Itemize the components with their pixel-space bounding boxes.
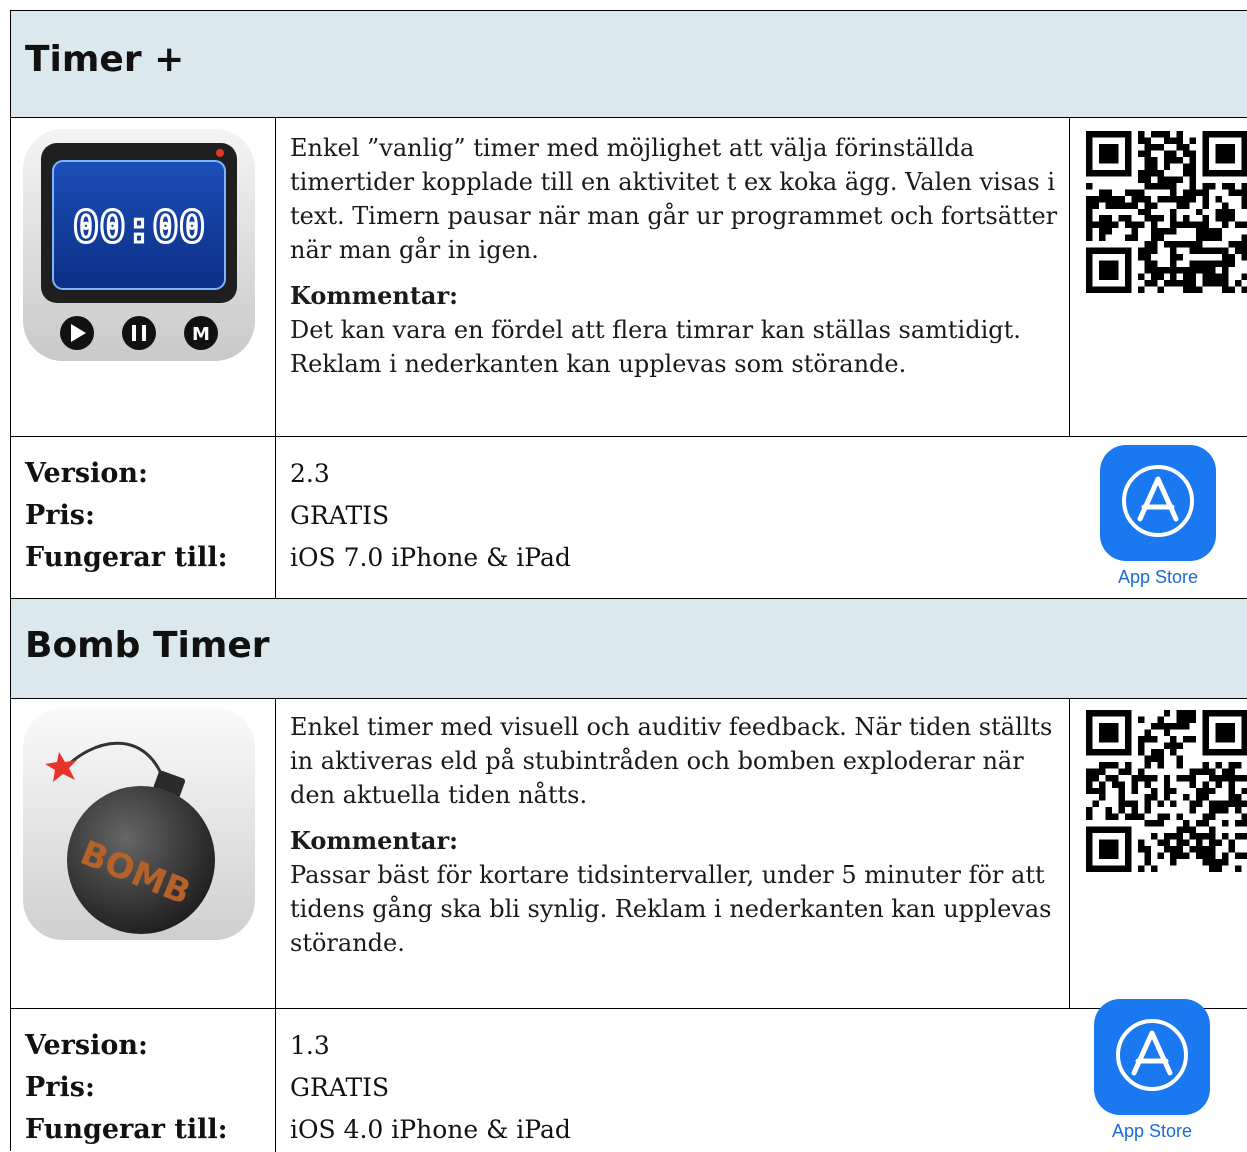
info-row: Version: Pris: Fungerar till: 1.3 GRATIS… [11,999,1247,1152]
works-with-label: Fungerar till: [25,542,228,573]
mode-button-glyph: M [192,324,210,345]
app-store-label[interactable]: App Store [1088,567,1228,588]
app-store-link[interactable]: App Store [1088,445,1228,588]
comment-block: Kommentar: Passar bäst för kortare tidsi… [290,824,1060,960]
app-title: Bomb Timer [25,625,270,666]
works-with-label: Fungerar till: [25,1114,228,1145]
qr-code [1086,131,1247,293]
card-header: Timer + [11,11,1247,118]
price-label: Pris: [25,1072,95,1103]
comment-block: Kommentar: Det kan vara en fördel att fl… [290,279,1060,381]
info-labels: Version: Pris: Fungerar till: [25,453,228,579]
price-value: GRATIS [290,501,390,530]
info-row: Version: Pris: Fungerar till: 2.3 GRATIS… [11,437,1247,599]
description: Enkel timer med visuell och auditiv feed… [290,710,1060,960]
version-label: Version: [25,1030,148,1061]
works-with-value: iOS 4.0 iPhone & iPad [290,1115,571,1144]
price-label: Pris: [25,500,95,531]
app-store-icon[interactable] [1094,999,1210,1115]
info-labels: Version: Pris: Fungerar till: [25,1025,228,1151]
description: Enkel ”vanlig” timer med möjlighet att v… [290,131,1060,381]
app-store-label[interactable]: App Store [1082,1121,1222,1142]
version-value: 2.3 [290,459,330,488]
description-row: BOMB Enkel timer med visuell och auditiv… [11,698,1247,1009]
timer-app-icon: 00:00 M [23,129,255,361]
version-value: 1.3 [290,1031,330,1060]
card-header: Bomb Timer [11,599,1247,699]
app-title: Timer + [25,39,185,80]
app-card-bomb-timer: Bomb Timer BOMB Enkel timer med visuell … [10,598,1247,1152]
bomb-app-icon: BOMB [23,708,255,940]
info-values: 2.3 GRATIS iOS 7.0 iPhone & iPad [290,453,571,579]
info-values: 1.3 GRATIS iOS 4.0 iPhone & iPad [290,1025,571,1151]
description-row: 00:00 M Enkel ”vanlig” timer med möjligh… [11,117,1247,437]
qr-code [1086,710,1247,872]
version-label: Version: [25,458,148,489]
description-text: Enkel timer med visuell och auditiv feed… [290,713,1053,809]
app-card-timer-plus: Timer + 00:00 M Enkel ”vanlig” timer med… [10,10,1247,599]
timer-display: 00:00 [73,202,205,253]
app-store-link[interactable]: App Store [1082,999,1222,1142]
works-with-value: iOS 7.0 iPhone & iPad [290,543,571,572]
comment-text: Passar bäst för kortare tidsintervaller,… [290,861,1052,957]
comment-label: Kommentar: [290,826,458,855]
price-value: GRATIS [290,1073,390,1102]
app-store-icon[interactable] [1100,445,1216,561]
comment-label: Kommentar: [290,281,458,310]
description-text: Enkel ”vanlig” timer med möjlighet att v… [290,134,1058,264]
comment-text: Det kan vara en fördel att flera timrar … [290,316,1021,378]
